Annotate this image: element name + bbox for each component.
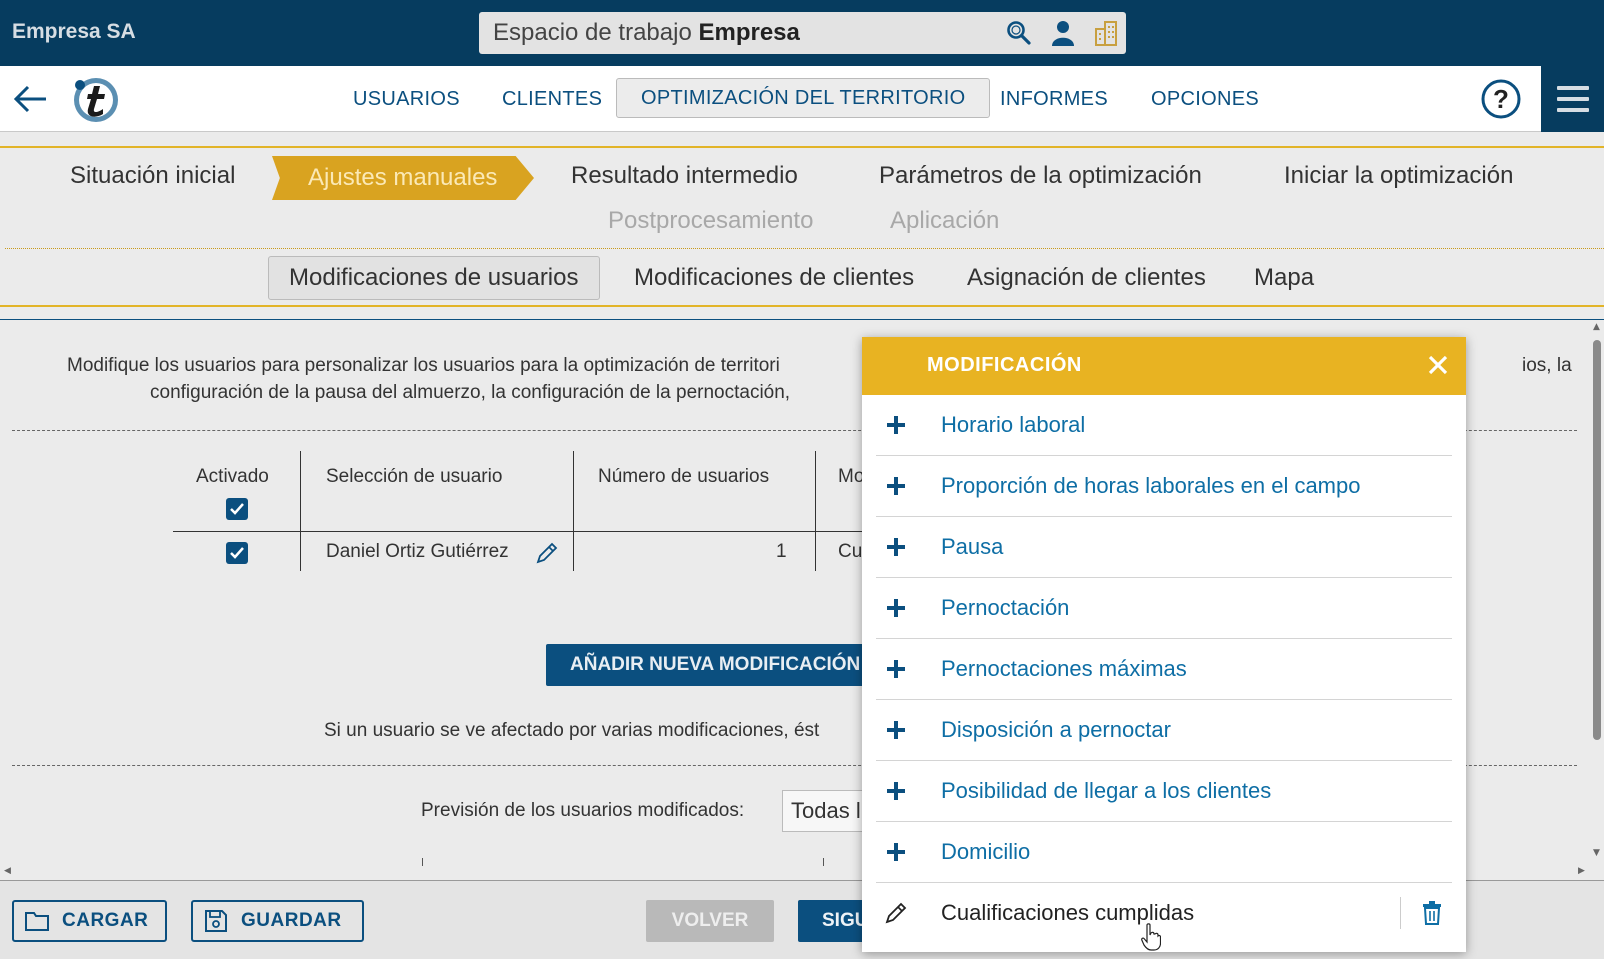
row-user-count: 1	[776, 541, 787, 562]
row-active-checkbox[interactable]	[226, 542, 248, 564]
workflow-steps: Situación inicial Ajustes manuales Resul…	[0, 146, 1604, 250]
svg-text:?: ?	[1493, 84, 1509, 114]
menu-item-posibilidad-llegar[interactable]: Posibilidad de llegar a los clientes	[876, 761, 1452, 822]
plus-icon	[887, 782, 905, 800]
scroll-up-icon[interactable]: ▲	[1593, 322, 1600, 332]
nav-clientes[interactable]: CLIENTES	[502, 88, 602, 111]
nav-opciones[interactable]: OPCIONES	[1151, 88, 1259, 111]
column-activado: Activado	[196, 466, 269, 487]
menu-item-horario-laboral[interactable]: Horario laboral	[876, 395, 1452, 456]
select-all-checkbox[interactable]	[226, 498, 248, 520]
user-icon[interactable]	[1050, 20, 1076, 46]
plus-icon	[887, 477, 905, 495]
folder-icon	[25, 912, 49, 931]
info-note: Si un usuario se ve afectado por varias …	[324, 720, 820, 741]
company-name: Empresa SA	[12, 20, 136, 43]
nav-optimizacion-territorio[interactable]: OPTIMIZACIÓN DEL TERRITORIO	[616, 78, 991, 118]
plus-icon	[887, 843, 905, 861]
scrollbar-thumb[interactable]	[1593, 340, 1601, 740]
plus-icon	[887, 721, 905, 739]
help-icon[interactable]: ?	[1480, 78, 1522, 120]
tab-modificaciones-clientes[interactable]: Modificaciones de clientes	[634, 264, 914, 292]
search-icon[interactable]	[1006, 20, 1032, 46]
building-icon[interactable]	[1093, 20, 1119, 46]
column-numero-usuarios: Número de usuarios	[598, 466, 770, 487]
plus-icon	[887, 538, 905, 556]
menu-item-pernoctacion[interactable]: Pernoctación	[876, 578, 1452, 639]
scroll-right-icon[interactable]: ▶	[1578, 866, 1585, 876]
step-resultado-intermedio[interactable]: Resultado intermedio	[571, 162, 798, 190]
step-active-label: Ajustes manuales	[308, 164, 498, 191]
step-aplicacion: Aplicación	[890, 207, 1000, 234]
content-divider	[0, 319, 1604, 320]
main-nav: USUARIOS CLIENTES OPTIMIZACIÓN DEL TERRI…	[0, 66, 1604, 132]
preview-label: Previsión de los usuarios modificados:	[421, 800, 745, 821]
step-parametros-optimizacion[interactable]: Parámetros de la optimización	[879, 162, 1202, 190]
column-seleccion-usuario: Selección de usuario	[326, 466, 503, 487]
floppy-disk-icon	[205, 910, 227, 932]
subtabs-divider	[0, 305, 1604, 307]
step-ajustes-manuales[interactable]: Ajustes manuales	[272, 156, 534, 200]
step-situacion-inicial[interactable]: Situación inicial	[70, 162, 235, 190]
menu-item-proporcion-horas[interactable]: Proporción de horas laborales en el camp…	[876, 456, 1452, 517]
edit-user-pencil-icon[interactable]	[535, 541, 559, 565]
dialog-header: MODIFICACIÓN	[862, 337, 1466, 395]
vertical-scrollbar[interactable]: ▲ ▼	[1590, 322, 1604, 862]
menu-item-pernoctaciones-maximas[interactable]: Pernoctaciones máximas	[876, 639, 1452, 700]
workspace-search-field[interactable]: Espacio de trabajo Empresa	[479, 12, 1126, 54]
menu-item-disposicion-pernoctar[interactable]: Disposición a pernoctar	[876, 700, 1452, 761]
hamburger-menu-icon[interactable]	[1541, 66, 1604, 132]
back-button[interactable]: VOLVER	[646, 900, 774, 942]
plus-icon	[887, 599, 905, 617]
close-icon[interactable]	[1427, 354, 1449, 376]
steps-divider	[5, 248, 1604, 249]
add-modification-button[interactable]: AÑADIR NUEVA MODIFICACIÓN	[546, 644, 876, 686]
column-modificacion: Mo	[838, 466, 865, 487]
tab-asignacion-clientes[interactable]: Asignación de clientes	[967, 264, 1206, 292]
row-user-name: Daniel Ortiz Gutiérrez	[326, 541, 509, 562]
tab-mapa[interactable]: Mapa	[1254, 264, 1314, 292]
workspace-prefix: Espacio de trabajo	[493, 19, 692, 46]
scroll-left-icon[interactable]: ◀	[4, 866, 11, 876]
nav-informes[interactable]: INFORMES	[1000, 88, 1108, 111]
hand-cursor-icon	[1141, 923, 1161, 951]
save-button[interactable]: GUARDAR	[191, 900, 364, 942]
step-iniciar-optimizacion[interactable]: Iniciar la optimización	[1284, 162, 1513, 190]
plus-icon	[887, 660, 905, 678]
trash-icon[interactable]	[1422, 901, 1442, 925]
pencil-icon[interactable]	[884, 901, 908, 925]
dialog-title: MODIFICACIÓN	[927, 354, 1082, 376]
step-postprocesamiento: Postprocesamiento	[608, 207, 814, 234]
preview-select[interactable]: Todas l	[782, 790, 872, 832]
menu-item-domicilio[interactable]: Domicilio	[876, 822, 1452, 883]
tab-modificaciones-usuarios[interactable]: Modificaciones de usuarios	[268, 256, 600, 300]
app-logo-icon	[74, 78, 118, 122]
scroll-down-icon[interactable]: ▼	[1593, 848, 1600, 858]
menu-item-pausa[interactable]: Pausa	[876, 517, 1452, 578]
nav-usuarios[interactable]: USUARIOS	[353, 88, 460, 111]
back-arrow-icon[interactable]	[12, 83, 48, 115]
plus-icon	[887, 416, 905, 434]
modification-dialog: MODIFICACIÓN Horario laboral Proporción …	[862, 337, 1466, 952]
top-bar: Empresa SA Espacio de trabajo Empresa	[0, 0, 1604, 66]
menu-item-cualificaciones[interactable]: Cualificaciones cumplidas	[876, 883, 1452, 944]
row-modification: Cu	[838, 541, 863, 562]
load-button[interactable]: CARGAR	[12, 900, 167, 942]
workspace-name: Empresa	[698, 19, 800, 46]
